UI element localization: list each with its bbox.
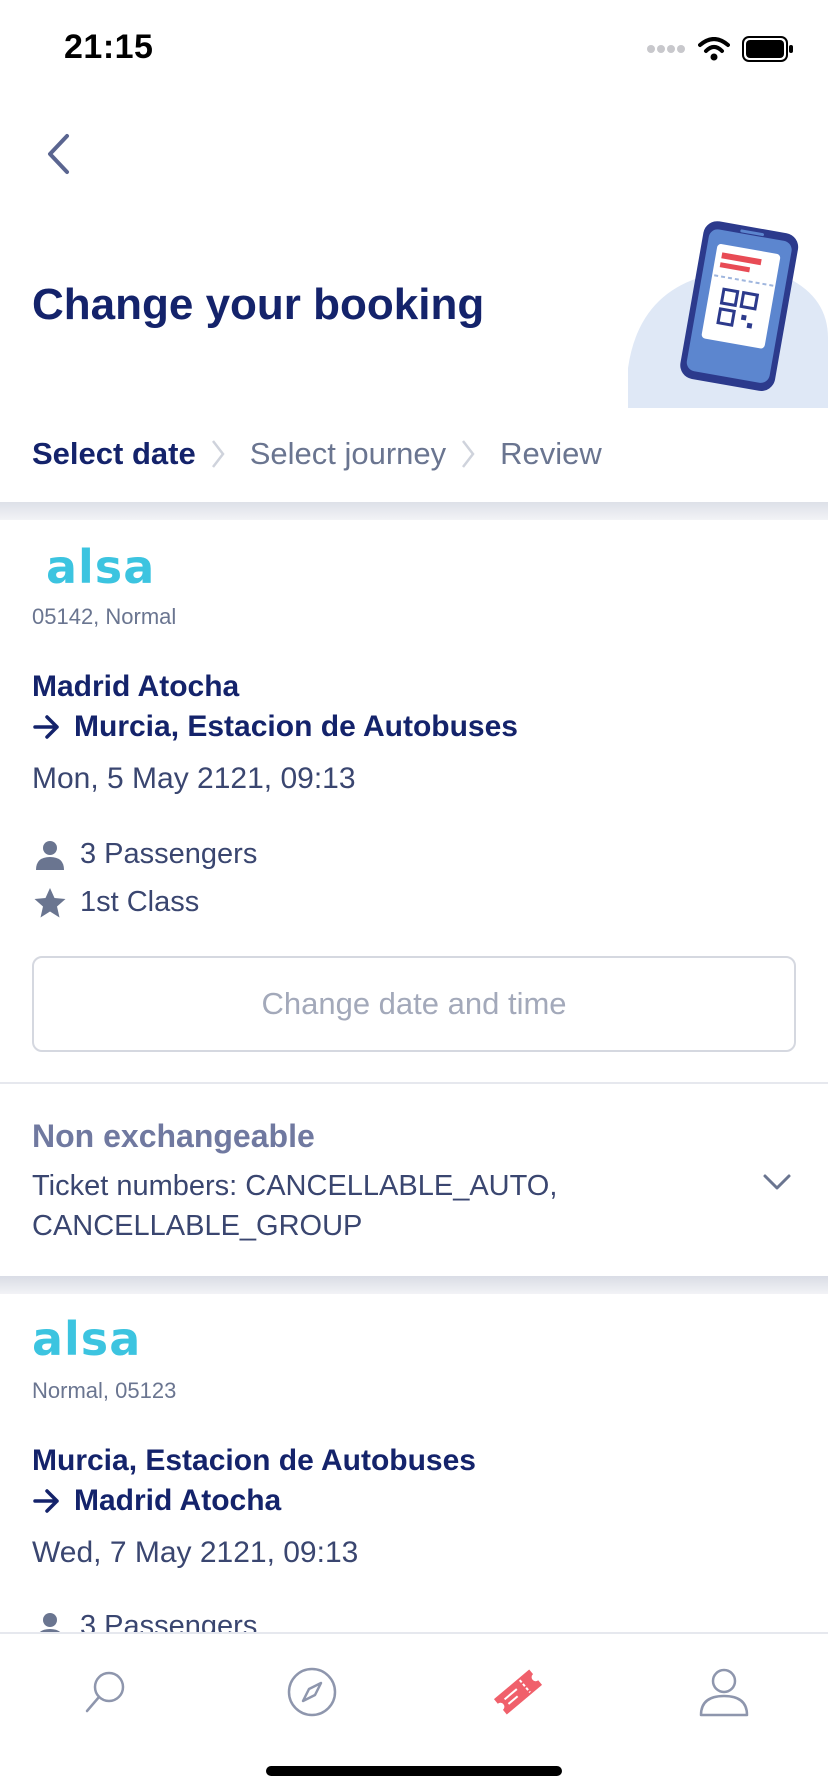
non-exchangeable-title: Non exchangeable — [32, 1118, 315, 1154]
class-row: 1st Class — [32, 886, 199, 919]
chevron-down-icon[interactable] — [762, 1172, 792, 1192]
travel-class: 1st Class — [80, 886, 200, 918]
change-date-time-button[interactable]: Change date and time — [32, 956, 796, 1052]
search-icon — [85, 1671, 125, 1713]
departure-datetime: Wed, 7 May 2121, 09:13 — [32, 1536, 359, 1569]
operator-logo: alsa — [46, 540, 156, 594]
route-destination-row: Murcia, Estacion de Autobuses — [32, 710, 518, 744]
tab-explore[interactable] — [282, 1662, 342, 1722]
chevron-left-icon — [48, 134, 69, 174]
chevron-right-icon — [210, 438, 226, 470]
user-icon — [699, 1668, 749, 1717]
route-origin: Madrid Atocha — [32, 670, 240, 703]
back-button[interactable] — [36, 126, 80, 182]
header-shadow — [0, 502, 828, 520]
booking-stepper: Select date Select journey Review — [32, 432, 602, 476]
outbound-journey-card: alsa 05142, Normal Madrid Atocha Murcia,… — [0, 520, 828, 1082]
passengers-row: 3 Passengers — [32, 1610, 257, 1632]
arrow-right-icon — [33, 715, 59, 739]
page-title: Change your booking — [32, 280, 485, 329]
star-icon — [32, 887, 68, 919]
non-exchangeable-section[interactable]: Non exchangeable Ticket numbers: CANCELL… — [0, 1084, 828, 1274]
ticket-numbers: Ticket numbers: CANCELLABLE_AUTO, CANCEL… — [32, 1170, 558, 1242]
card-separator — [0, 1276, 828, 1294]
route-destination: Murcia, Estacion de Autobuses — [74, 710, 518, 743]
service-info: 05142, Normal — [32, 604, 177, 629]
step-select-date[interactable]: Select date — [32, 436, 196, 472]
service-info: Normal, 05123 — [32, 1378, 177, 1403]
operator-logo: alsa — [32, 1312, 142, 1366]
ticket-icon — [493, 1669, 543, 1715]
tab-search[interactable] — [76, 1662, 136, 1722]
passengers-row: 3 Passengers — [32, 838, 257, 871]
status-bar: 21:15 — [0, 0, 828, 100]
route-destination-row: Madrid Atocha — [32, 1484, 281, 1518]
person-icon — [32, 839, 68, 871]
compass-icon — [287, 1667, 337, 1717]
tab-profile[interactable] — [694, 1662, 754, 1722]
departure-datetime: Mon, 5 May 2121, 09:13 — [32, 762, 356, 795]
passengers-count: 3 Passengers — [80, 1610, 258, 1632]
home-indicator[interactable] — [266, 1766, 562, 1776]
status-time: 21:15 — [64, 28, 154, 66]
wifi-icon — [698, 37, 730, 61]
passengers-count: 3 Passengers — [80, 838, 258, 870]
phone-ticket-illustration — [628, 221, 828, 408]
route-destination: Madrid Atocha — [74, 1484, 282, 1517]
arrow-right-icon — [33, 1489, 59, 1513]
tab-tickets[interactable] — [488, 1662, 548, 1722]
step-select-journey[interactable]: Select journey — [250, 436, 446, 472]
person-icon — [32, 1611, 68, 1632]
inbound-journey-card: alsa Normal, 05123 Murcia, Estacion de A… — [0, 1294, 828, 1632]
battery-icon — [742, 36, 793, 62]
status-icons — [646, 36, 794, 62]
signal-icon — [647, 45, 685, 53]
chevron-right-icon — [460, 438, 476, 470]
route-origin: Murcia, Estacion de Autobuses — [32, 1444, 476, 1477]
step-review[interactable]: Review — [500, 436, 602, 472]
